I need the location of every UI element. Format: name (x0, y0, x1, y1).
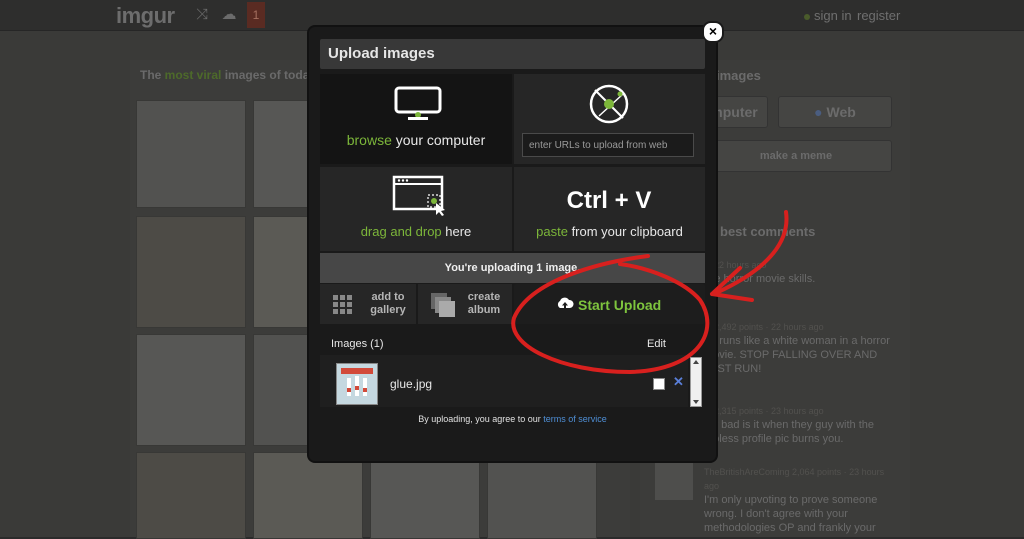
status-dot-icon (804, 13, 810, 20)
comment-item[interactable]: ... 22 hours ago like horror movie skills… (704, 258, 900, 286)
comment-avatar[interactable] (655, 462, 693, 500)
upload-cloud-icon (557, 297, 574, 309)
globe-icon: ● (814, 104, 823, 120)
edit-button[interactable]: Edit (647, 338, 666, 350)
image-thumbnail[interactable] (336, 363, 378, 405)
modal-title: Upload images (320, 39, 705, 69)
notification-badge[interactable]: 1 (247, 2, 265, 28)
gallery-thumbnail[interactable] (136, 216, 246, 328)
terms-link[interactable]: terms of service (543, 414, 607, 424)
list-scrollbar[interactable] (690, 357, 702, 407)
gallery-thumbnail[interactable] (136, 334, 246, 446)
start-upload-label: Start Upload (578, 297, 662, 313)
monitor-icon (394, 86, 442, 120)
close-icon[interactable]: × (702, 21, 724, 43)
comment-item[interactable]: TheBritishAreComing 2,064 points · 23 ho… (704, 465, 900, 535)
gallery-thumbnail[interactable] (136, 452, 246, 539)
remove-icon[interactable]: ✕ (673, 374, 684, 390)
scroll-down-icon[interactable] (693, 400, 699, 404)
scroll-up-icon[interactable] (693, 360, 699, 364)
file-name: glue.jpg (390, 377, 433, 391)
create-album-button[interactable]: create album (418, 284, 512, 324)
imgur-logo[interactable]: imgur (116, 3, 175, 29)
url-input[interactable]: enter URLs to upload from web (522, 133, 694, 157)
gallery-thumbnail[interactable] (253, 100, 315, 208)
comment-item[interactable]: ... 2,315 points · 23 hours ago ow bad is… (704, 404, 900, 446)
gallery-thumbnail[interactable] (136, 100, 246, 208)
sidebar-heading: images (716, 68, 761, 83)
gallery-thumbnail[interactable] (370, 452, 480, 539)
make-meme-button[interactable]: make a meme (700, 140, 892, 172)
ctrl-v-shortcut: Ctrl + V (566, 187, 652, 214)
terms-notice: By uploading, you agree to our terms of … (418, 414, 607, 424)
shuffle-icon[interactable]: ⤨ (193, 6, 211, 24)
paste-label: paste from your clipboard (536, 224, 683, 239)
create-album-label: create album (467, 291, 501, 316)
comment-item[interactable]: ... 2,492 points · 22 hours ago he runs l… (704, 320, 900, 376)
image-checkbox[interactable] (653, 378, 665, 390)
best-comments-heading: best comments (720, 224, 816, 239)
gallery-thumbnail[interactable] (253, 334, 315, 446)
globe-icon (589, 84, 629, 124)
album-stack-icon (431, 293, 455, 317)
image-preview-icon (341, 368, 373, 396)
web-button[interactable]: ● Web (778, 96, 892, 128)
upload-status: You're uploading 1 image. (320, 253, 705, 283)
browse-computer-option[interactable]: browse your computer (320, 74, 512, 164)
viral-heading: The most viral images of today, (140, 68, 319, 82)
gallery-grid-icon (333, 295, 352, 314)
images-count-header: Images (1) (331, 338, 384, 350)
register-link[interactable]: register (857, 8, 900, 23)
signin-link[interactable]: sign in (804, 8, 852, 23)
gallery-thumbnail[interactable] (253, 216, 315, 328)
gallery-thumbnail[interactable] (487, 452, 597, 539)
browse-label: browse your computer (346, 132, 486, 148)
drag-drop-label: drag and drop here (360, 224, 472, 239)
add-to-gallery-label: add to gallery (370, 291, 406, 316)
drag-window-icon (392, 175, 445, 216)
add-to-gallery-button[interactable]: add to gallery (320, 284, 416, 324)
gallery-thumbnail[interactable] (253, 452, 363, 539)
drag-drop-option[interactable]: drag and drop here (320, 167, 512, 251)
upload-cloud-icon[interactable]: ☁ (220, 6, 238, 24)
